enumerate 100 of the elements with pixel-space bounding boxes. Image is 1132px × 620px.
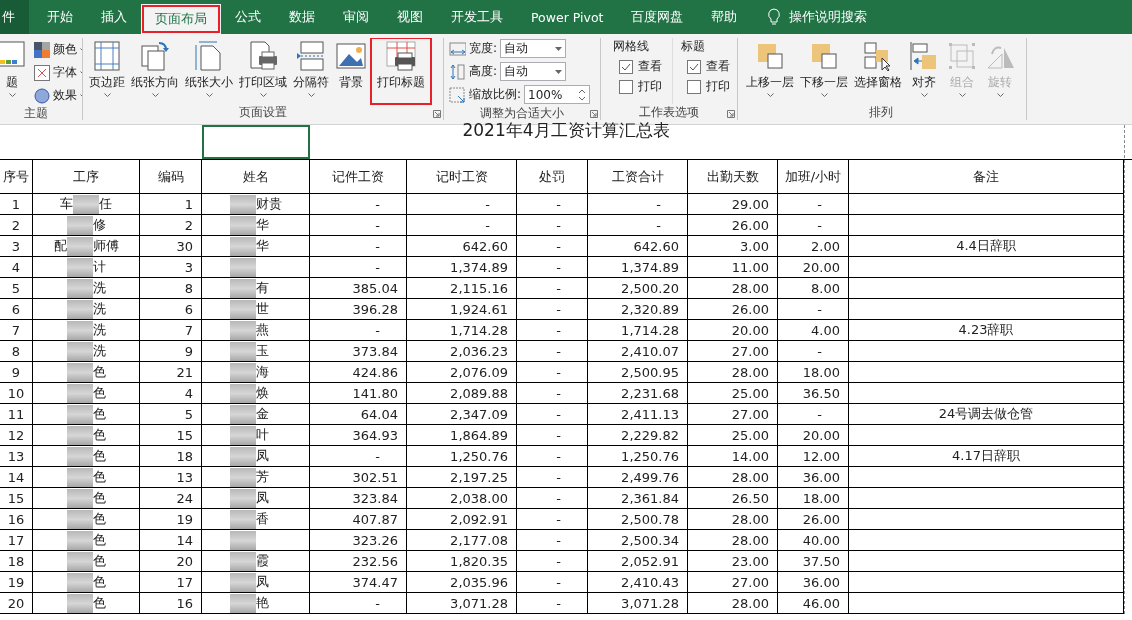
redaction-block: [230, 320, 256, 340]
table-cell: 2.00: [778, 236, 849, 257]
ribbon-button[interactable]: 上移一层: [744, 38, 796, 104]
table-cell: 2,076.09: [407, 362, 517, 383]
theme-option-button[interactable]: 字体: [32, 63, 82, 82]
ribbon-button[interactable]: 页边距: [87, 38, 127, 104]
table-cell: 323.84: [310, 488, 407, 509]
redaction-block: [66, 236, 93, 256]
table-cell: 车 任: [33, 194, 140, 215]
ribbon-button[interactable]: 背景: [333, 38, 369, 104]
spinner-arrows-icon[interactable]: [578, 87, 587, 102]
file-tab[interactable]: 件: [0, 0, 29, 34]
table-cell: 407.87: [310, 509, 407, 530]
table-cell: 20: [0, 593, 33, 614]
table-cell: 25.00: [688, 383, 778, 404]
redaction-block: [66, 362, 93, 382]
table-cell: -: [588, 194, 688, 215]
checkbox[interactable]: [619, 59, 633, 74]
redaction-block: [66, 488, 93, 508]
redaction-block: [230, 425, 256, 445]
table-cell: 5: [140, 404, 202, 425]
selected-cell[interactable]: [202, 125, 310, 159]
ribbon-tab[interactable]: 开发工具: [437, 0, 517, 34]
ribbon-tab[interactable]: 公式: [221, 0, 275, 34]
table-cell: -: [310, 593, 407, 614]
ribbon-tab[interactable]: 开始: [33, 0, 87, 34]
redaction-block: [66, 278, 93, 298]
table-cell: -: [517, 299, 588, 320]
dialog-launcher-icon[interactable]: [433, 110, 441, 118]
checkbox[interactable]: [619, 79, 633, 94]
checkbox[interactable]: [687, 59, 701, 74]
checkbox[interactable]: [687, 79, 701, 94]
scale-spinner[interactable]: 100%: [524, 85, 591, 104]
dropdown-field[interactable]: 自动: [500, 62, 567, 81]
ribbon-tab[interactable]: 百度网盘: [617, 0, 698, 34]
ribbon-tab[interactable]: 页面布局: [141, 4, 221, 34]
table-cell: -: [517, 194, 588, 215]
ribbon-tab[interactable]: Power Pivot: [517, 0, 618, 34]
option-heading: 网格线: [613, 38, 650, 55]
tell-me-search[interactable]: 操作说明搜索: [789, 8, 868, 26]
column-header: 工资合计: [588, 160, 688, 194]
theme-option-button[interactable]: 效果: [32, 86, 82, 105]
table-cell: 1,864.89: [407, 425, 517, 446]
table-cell: 373.84: [310, 341, 407, 362]
ribbon-button[interactable]: 纸张方向: [129, 38, 181, 104]
ribbon-tab[interactable]: 审阅: [329, 0, 383, 34]
table-cell: 20.00: [688, 320, 778, 341]
ribbon-button[interactable]: 分隔符: [291, 38, 331, 104]
ribbon-button[interactable]: 纸张大小: [183, 38, 235, 104]
dialog-launcher-icon[interactable]: [727, 110, 735, 118]
ribbon-tab[interactable]: 插入: [87, 0, 141, 34]
table-cell: 28.00: [688, 593, 778, 614]
table-cell: -: [310, 257, 407, 278]
table-cell: 洗: [33, 341, 140, 362]
table-cell: 21: [140, 362, 202, 383]
ribbon-tab[interactable]: 帮助: [697, 0, 752, 34]
table-cell: 玉: [202, 341, 310, 362]
table-cell: 374.47: [310, 572, 407, 593]
table-cell: 18.00: [778, 362, 849, 383]
color-squares-icon: [34, 41, 50, 58]
redaction-block: [230, 257, 256, 277]
column-header: 姓名: [202, 160, 310, 194]
table-cell: -: [517, 425, 588, 446]
checkbox-label: 查看: [638, 58, 662, 75]
themes-button[interactable]: 题: [0, 38, 30, 105]
redaction-block: [66, 341, 93, 361]
table-cell: 1,820.35: [407, 551, 517, 572]
table-cell: 36.00: [778, 572, 849, 593]
table-cell: 642.60: [588, 236, 688, 257]
table-cell: 16: [140, 593, 202, 614]
redaction-block: [230, 467, 256, 487]
table-cell: 1,374.89: [407, 257, 517, 278]
table-cell: 424.86: [310, 362, 407, 383]
table-cell: 25.00: [688, 425, 778, 446]
table-cell: -: [310, 215, 407, 236]
dropdown-field[interactable]: 自动: [500, 39, 567, 58]
redaction-block: [66, 467, 93, 487]
ribbon-button[interactable]: 打印区域: [237, 38, 289, 104]
table-cell: -: [517, 446, 588, 467]
caret-icon: [151, 93, 159, 97]
ribbon-button[interactable]: 选择窗格: [852, 38, 904, 104]
table-cell: 2,361.84: [588, 488, 688, 509]
table-cell: 232.56: [310, 551, 407, 572]
column-header: 出勤天数: [688, 160, 778, 194]
font-icon: [34, 64, 50, 81]
ribbon-button[interactable]: 打印标题: [371, 38, 431, 104]
height-icon: [448, 62, 466, 81]
ribbon-tab[interactable]: 数据: [275, 0, 329, 34]
redaction-block: [66, 425, 93, 445]
table-cell: 20.00: [778, 257, 849, 278]
field-label: 高度:: [469, 63, 498, 80]
dialog-launcher-icon[interactable]: [590, 110, 598, 118]
page-break-icon: [295, 40, 327, 72]
ribbon-tab[interactable]: 视图: [383, 0, 437, 34]
ribbon-button[interactable]: 下移一层: [798, 38, 850, 104]
table-cell: 28.00: [688, 509, 778, 530]
table-cell: 2: [0, 215, 33, 236]
theme-option-button[interactable]: 颜色: [32, 40, 82, 59]
ribbon-button[interactable]: 对齐: [906, 38, 942, 104]
table-cell: -: [517, 467, 588, 488]
